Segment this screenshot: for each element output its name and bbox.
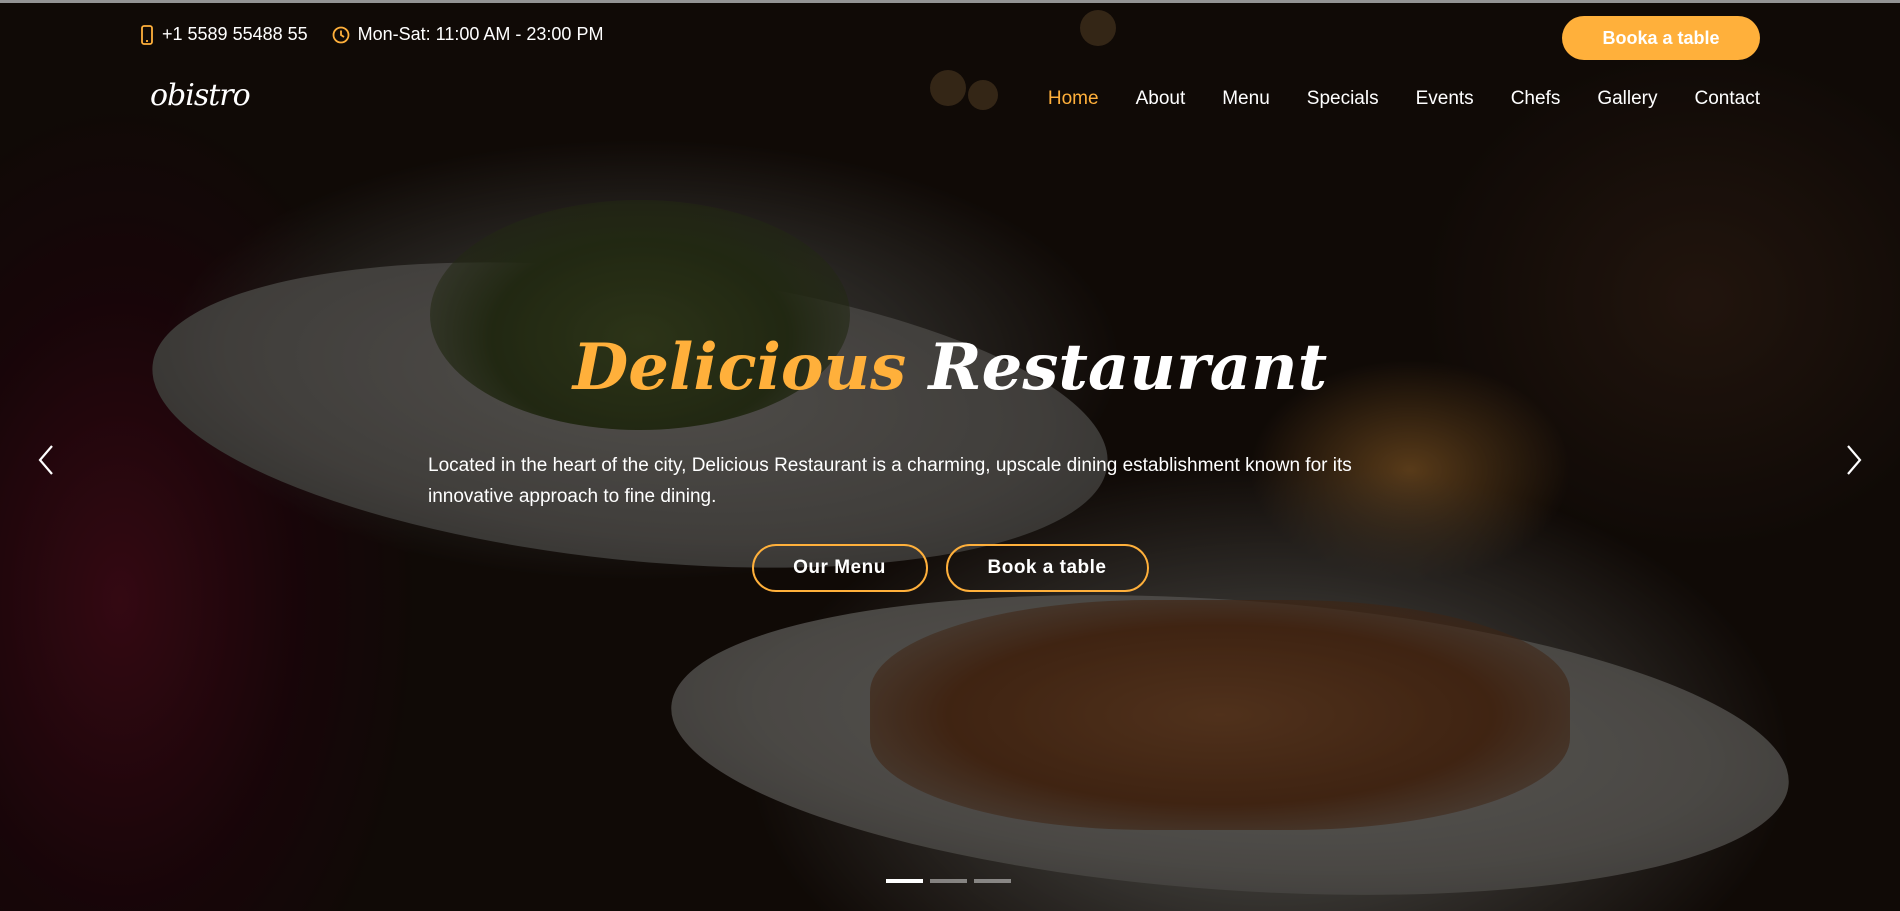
top-bar: +1 5589 55488 55 Mon-Sat: 11:00 AM - 23:… [0, 14, 1900, 60]
phone-icon [140, 24, 154, 45]
carousel-indicator[interactable] [974, 879, 1011, 883]
phone-number: +1 5589 55488 55 [162, 24, 308, 44]
chevron-left-icon [38, 445, 53, 475]
carousel-next-button[interactable] [1832, 440, 1872, 480]
carousel-indicators [886, 879, 1018, 883]
nav-about[interactable]: About [1136, 88, 1186, 110]
hero-title-main: Restaurant [928, 330, 1328, 405]
nav-gallery[interactable]: Gallery [1597, 88, 1657, 110]
nav-chefs[interactable]: Chefs [1511, 88, 1561, 110]
opening-hours: Mon-Sat: 11:00 AM - 23:00 PM [357, 24, 604, 44]
our-menu-button[interactable]: Our Menu [751, 544, 928, 592]
hero-title: Delicious Restaurant [0, 330, 1900, 405]
book-table-top-button[interactable]: Booka a table [1562, 16, 1760, 60]
nav-specials[interactable]: Specials [1307, 88, 1379, 110]
nav-menu[interactable]: Menu [1222, 88, 1270, 110]
main-nav: Home About Menu Specials Events Chefs Ga… [1011, 88, 1760, 110]
nav-contact[interactable]: Contact [1695, 88, 1760, 110]
hero-buttons: Our Menu Book a table [0, 544, 1900, 592]
clock-icon [332, 26, 350, 44]
chevron-right-icon [1847, 445, 1862, 475]
hours-info: Mon-Sat: 11:00 AM - 23:00 PM [332, 24, 604, 45]
hero-description: Located in the heart of the city, Delici… [428, 455, 1352, 507]
carousel-prev-button[interactable] [28, 440, 68, 480]
site-logo[interactable]: obistro [150, 78, 251, 113]
book-table-button[interactable]: Book a table [945, 544, 1149, 592]
carousel-indicator[interactable] [930, 879, 967, 883]
contact-info: +1 5589 55488 55 Mon-Sat: 11:00 AM - 23:… [140, 24, 627, 45]
nav-home[interactable]: Home [1048, 88, 1099, 110]
phone-info: +1 5589 55488 55 [140, 24, 308, 45]
hero-title-accent: Delicious [572, 330, 907, 405]
carousel-indicator[interactable] [886, 879, 923, 883]
nav-events[interactable]: Events [1416, 88, 1474, 110]
